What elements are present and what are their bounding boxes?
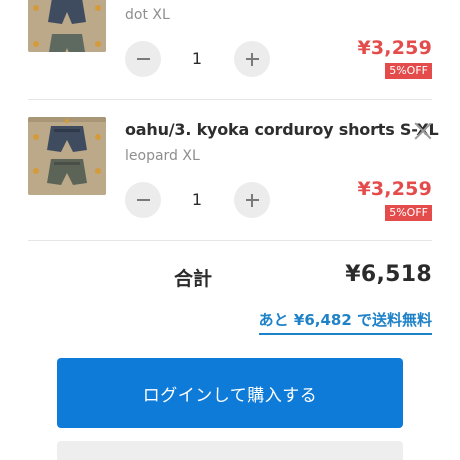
total-value: ¥6,518 (345, 262, 432, 287)
quantity-value: 1 (191, 49, 203, 68)
free-shipping-link[interactable]: あと ¥6,482 で送料無料 (258, 309, 432, 335)
discount-badge: 5%OFF (385, 63, 432, 79)
close-icon[interactable] (414, 122, 432, 140)
variant-label: dot XL (125, 7, 170, 23)
shorts-product-image (28, 0, 106, 52)
discount-badge: 5%OFF (385, 205, 432, 221)
login-purchase-button[interactable]: ログインして購入する (57, 358, 403, 428)
item-price: ¥3,259 (357, 178, 432, 200)
cart-item: oahu/3. kyoka corduroy shorts S-XL leopa… (28, 100, 439, 240)
increment-button[interactable] (234, 182, 270, 218)
variant-label: leopard XL (125, 148, 200, 164)
minus-icon (136, 58, 150, 60)
total-label: 合計 (174, 268, 213, 290)
product-image[interactable] (28, 0, 106, 52)
secondary-button[interactable] (57, 441, 403, 460)
minus-icon (136, 199, 150, 201)
decrement-button[interactable] (125, 182, 161, 218)
plus-icon (251, 52, 253, 66)
item-price: ¥3,259 (357, 37, 432, 59)
cart-item: dot XL 1 ¥3,259 5%OFF (28, 0, 432, 100)
decrement-button[interactable] (125, 41, 161, 77)
quantity-value: 1 (191, 190, 203, 209)
product-name[interactable]: oahu/3. kyoka corduroy shorts S-XL (125, 120, 439, 139)
plus-icon (251, 193, 253, 207)
increment-button[interactable] (234, 41, 270, 77)
shorts-product-image (28, 117, 106, 195)
item-divider (28, 240, 432, 241)
product-image[interactable] (28, 117, 106, 195)
